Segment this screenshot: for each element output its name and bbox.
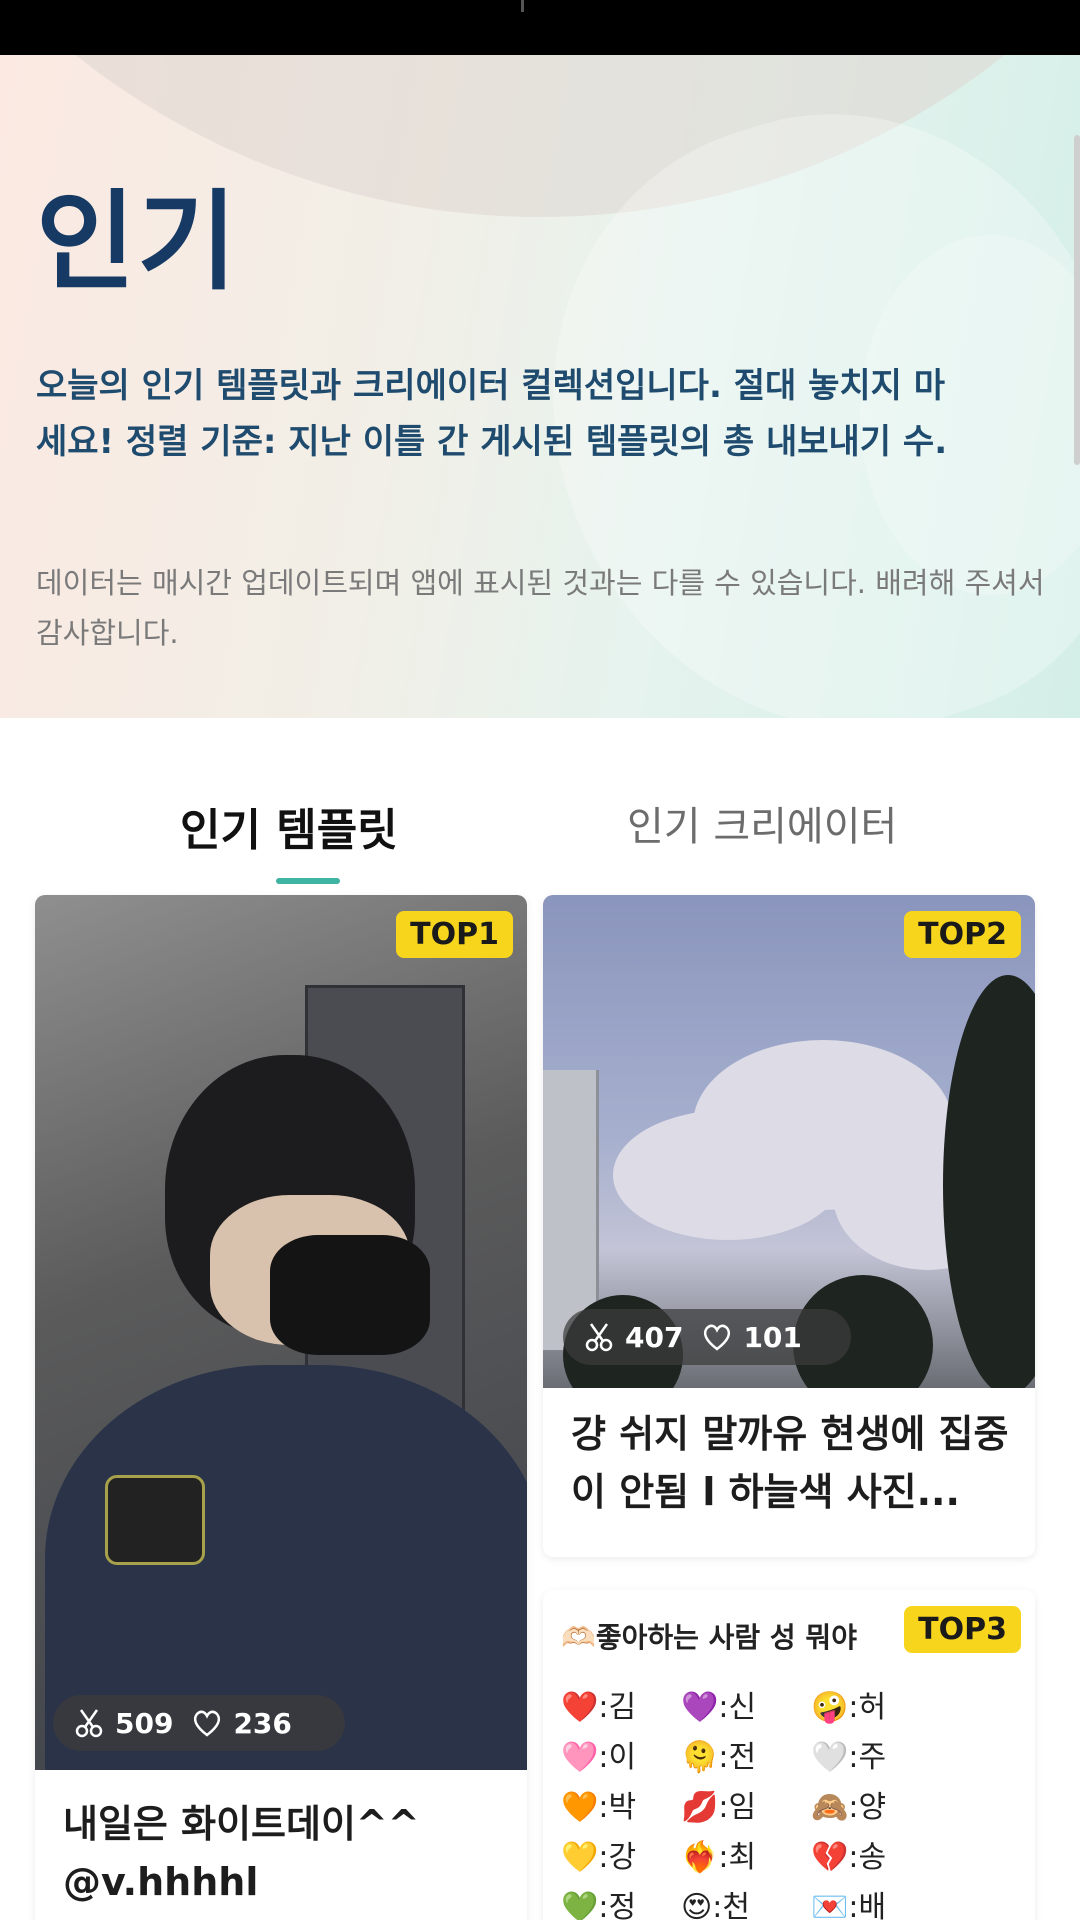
heart-icon bbox=[704, 1324, 731, 1351]
use-count: 407 bbox=[625, 1320, 684, 1354]
list-item: 🫠:전 bbox=[681, 1740, 757, 1775]
like-count: 236 bbox=[233, 1706, 292, 1740]
scissors-icon bbox=[585, 1323, 613, 1352]
list-item: 🤪:허 bbox=[811, 1690, 887, 1725]
list-item: 💌:배 bbox=[811, 1890, 887, 1920]
template-title[interactable]: 내일은 화이트데이^^ @v.hhhhl bbox=[63, 1795, 503, 1911]
list-item: 🩷:이 bbox=[561, 1740, 637, 1775]
list-item: ❤️:김 bbox=[561, 1690, 637, 1725]
template-card-3[interactable]: 🫶🏻좋아하는 사람 성 뭐야 ❤️:김 💜:신 🤪:허 🩷:이 🫠:전 🤍:주 … bbox=[543, 1590, 1035, 1920]
hero-banner: 인기 오늘의 인기 템플릿과 크리에이터 컬렉션입니다. 절대 놓치지 마세요!… bbox=[0, 55, 1080, 718]
list-item: 🧡:박 bbox=[561, 1790, 637, 1825]
template-card-1[interactable]: TOP1 509 236 내일은 화이트데이^^ @v.hhhhl bbox=[35, 895, 527, 1920]
jacket-patch bbox=[105, 1475, 205, 1565]
list-item: 💛:강 bbox=[561, 1840, 637, 1875]
page-title: 인기 bbox=[36, 180, 239, 305]
template-title[interactable]: 걍 쉬지 말까유 현생에 집중이 안됨 l 하늘색 사진... bbox=[571, 1405, 1011, 1521]
template-thumbnail[interactable] bbox=[35, 895, 527, 1770]
rank-badge: TOP1 bbox=[396, 911, 513, 958]
list-item: 💋:임 bbox=[681, 1790, 757, 1825]
page-description: 오늘의 인기 템플릿과 크리에이터 컬렉션입니다. 절대 놓치지 마세요! 정렬… bbox=[36, 366, 948, 462]
list-item: 😍:천 bbox=[681, 1890, 750, 1920]
list-item: 💚:정 bbox=[561, 1890, 637, 1920]
template-stats: 407 101 bbox=[563, 1309, 851, 1365]
list-item: 🤍:주 bbox=[811, 1740, 887, 1775]
active-tab-indicator bbox=[276, 878, 340, 884]
list-title: 🫶🏻좋아하는 사람 성 뭐야 bbox=[561, 1621, 857, 1654]
scrollbar[interactable] bbox=[1074, 135, 1080, 465]
tab-popular-templates[interactable]: 인기 템플릿 bbox=[180, 794, 398, 858]
like-count: 101 bbox=[743, 1320, 802, 1354]
use-count: 509 bbox=[115, 1706, 174, 1740]
list-item: 💜:신 bbox=[681, 1690, 757, 1725]
list-item: 💔:송 bbox=[811, 1840, 887, 1875]
list-item: 🙈:양 bbox=[811, 1790, 887, 1825]
tab-popular-creators[interactable]: 인기 크리에이터 bbox=[627, 794, 897, 852]
heart-icon bbox=[194, 1710, 221, 1737]
template-card-2[interactable]: TOP2 407 101 걍 쉬지 말까유 현생에 집중이 안됨 l 하늘색 사… bbox=[543, 895, 1035, 1557]
scissors-icon bbox=[75, 1709, 103, 1738]
list-item: ❤️‍🔥:최 bbox=[681, 1840, 757, 1875]
tree bbox=[943, 975, 1035, 1388]
template-stats: 509 236 bbox=[53, 1695, 345, 1751]
rank-badge: TOP3 bbox=[904, 1606, 1021, 1653]
status-bar bbox=[0, 0, 1080, 55]
face-mask bbox=[270, 1235, 430, 1355]
status-indicator bbox=[521, 0, 524, 12]
rank-badge: TOP2 bbox=[904, 911, 1021, 958]
data-update-note: 데이터는 매시간 업데이트되며 앱에 표시된 것과는 다를 수 있습니다. 배려… bbox=[36, 566, 1045, 650]
tab-bar: 인기 템플릿 인기 크리에이터 bbox=[0, 762, 1080, 884]
